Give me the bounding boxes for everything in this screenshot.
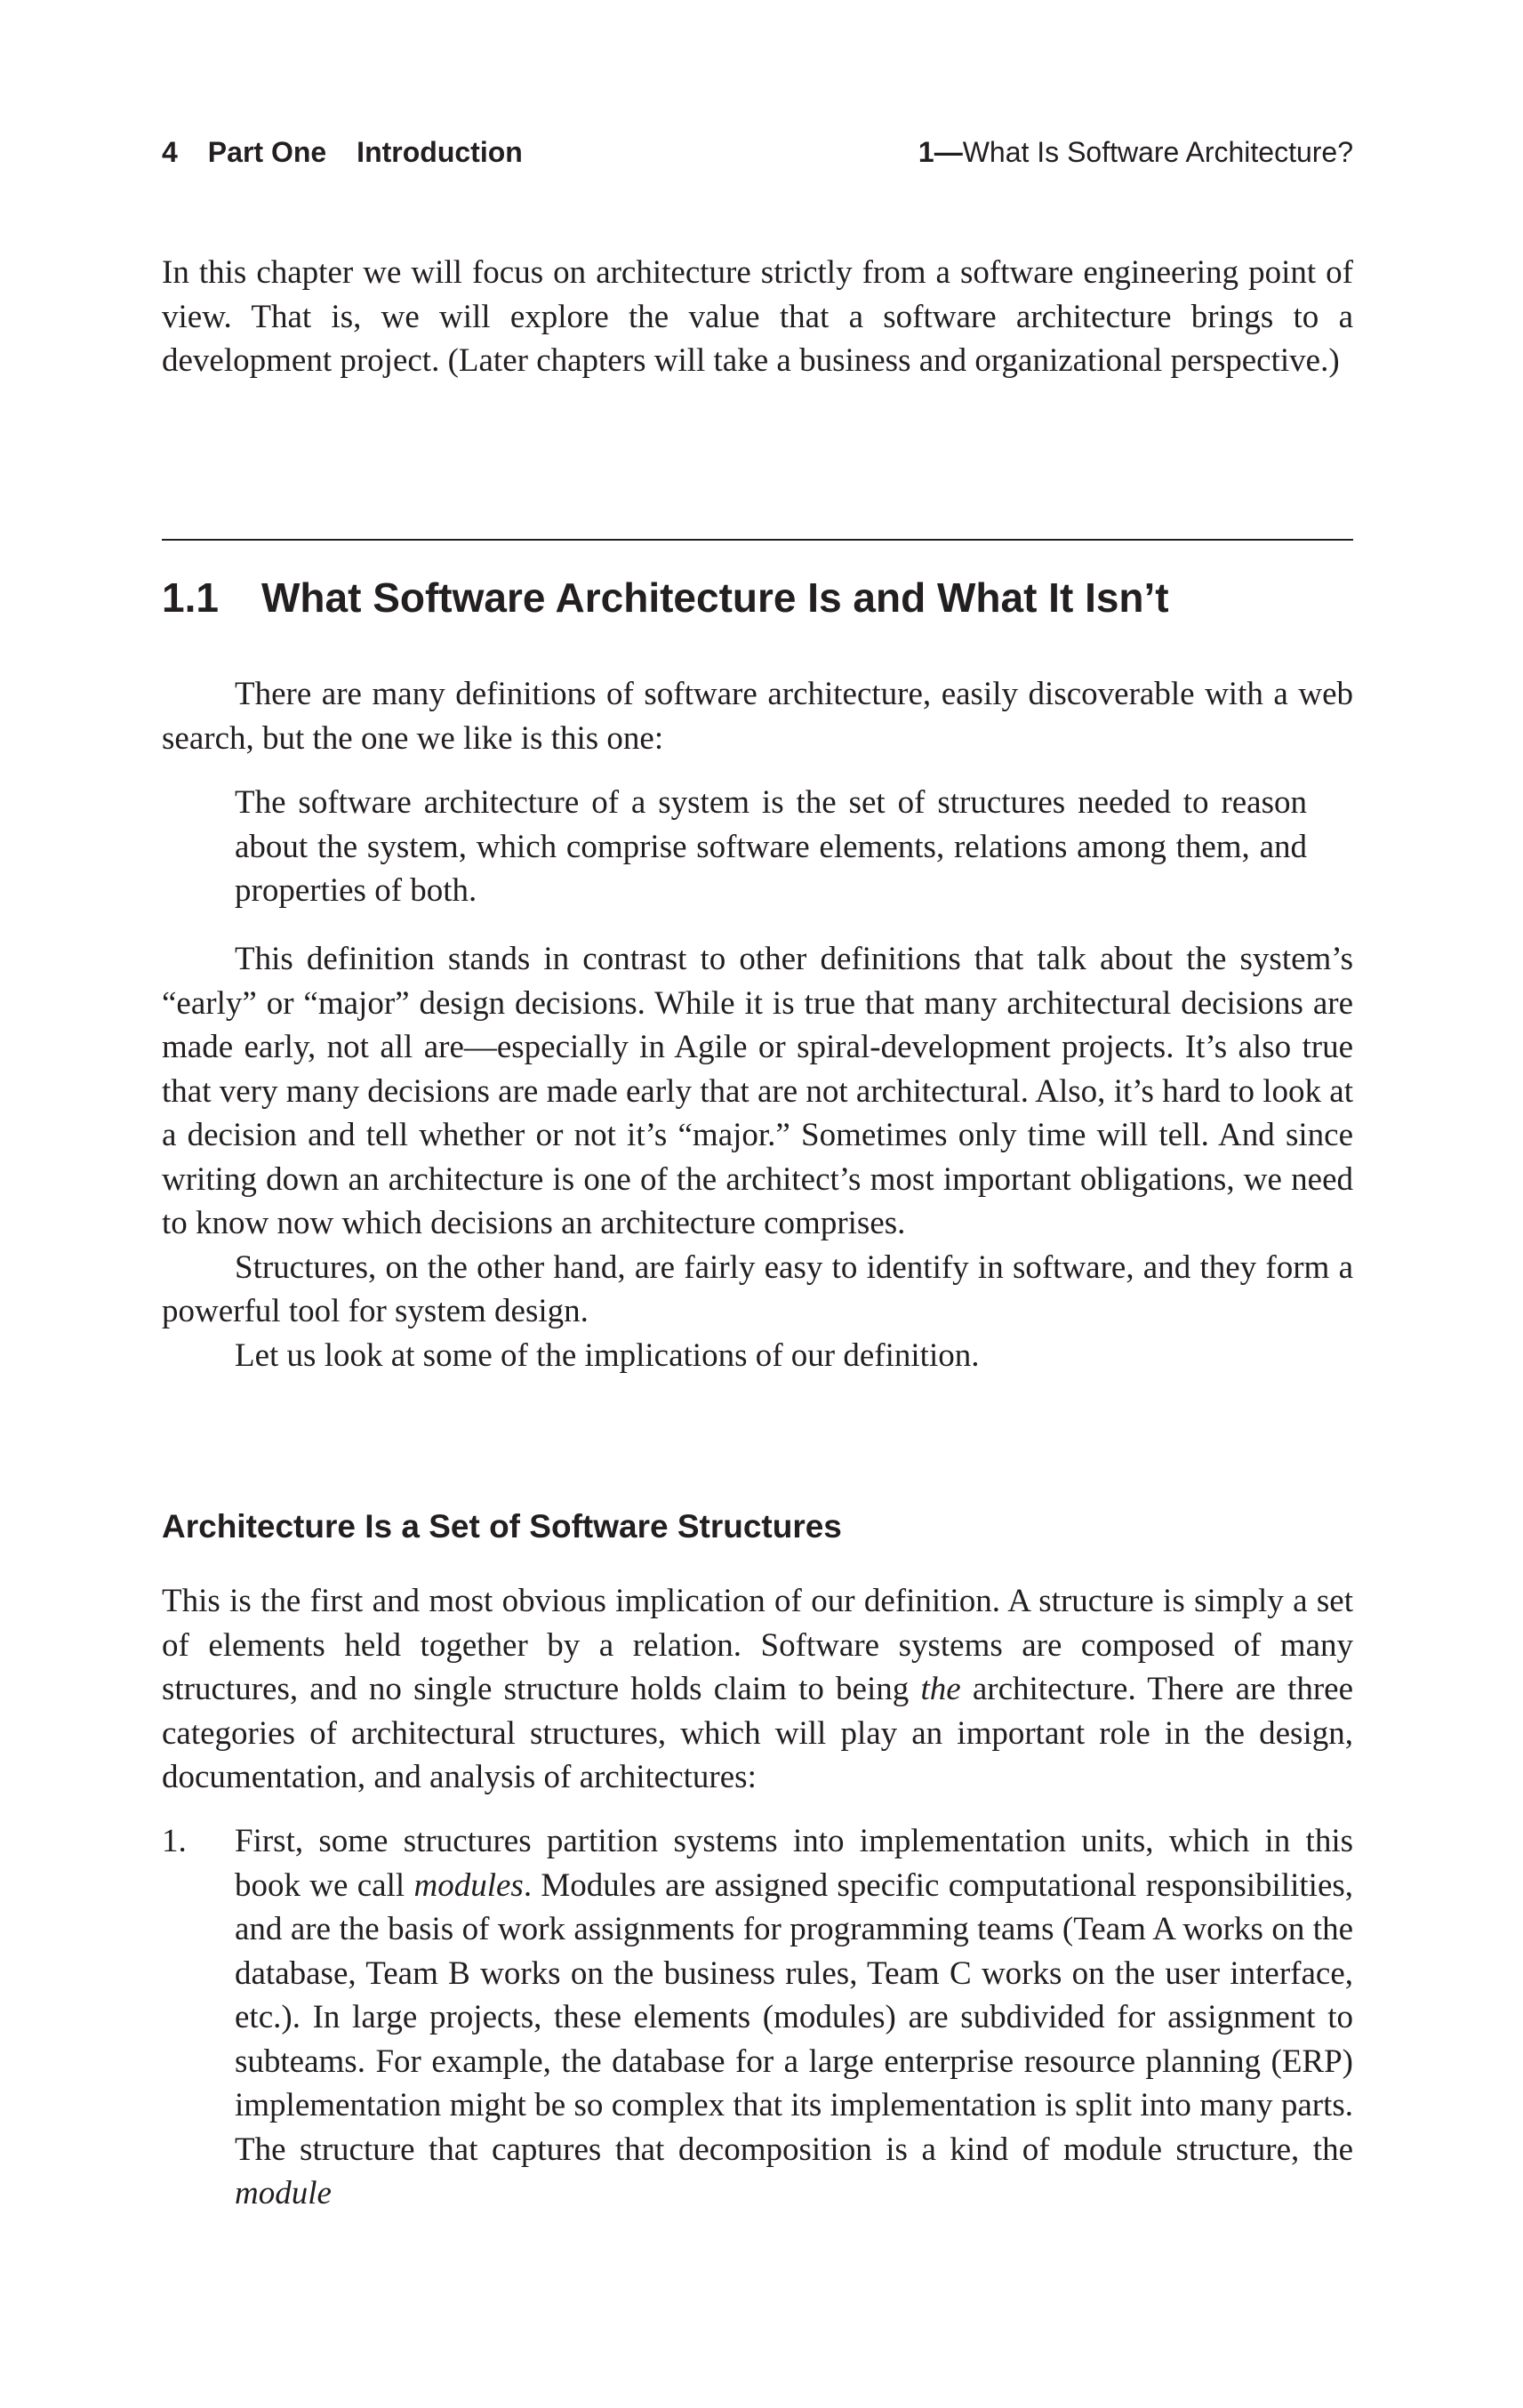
book-page: 4 Part One Introduction 1—What Is Software…: [0, 0, 1523, 2408]
running-head-left: 4 Part One Introduction: [162, 133, 523, 171]
part-label: Part One: [207, 136, 327, 168]
intro-paragraph: In this chapter we will focus on archite…: [162, 254, 1353, 379]
section-divider: [162, 539, 1353, 541]
paragraph-structures-intro: This is the first and most obvious impli…: [162, 1583, 1353, 1795]
paragraph-contrast-text: This definition stands in contrast to ot…: [162, 941, 1353, 1241]
chapter-title: What Is Software Architecture?: [962, 136, 1353, 168]
section-number: 1.1: [162, 574, 219, 621]
paragraph-contrast: This definition stands in contrast to ot…: [162, 937, 1353, 1377]
part-title: Introduction: [357, 136, 523, 168]
definition-quote: The software architecture of a system is…: [235, 784, 1307, 909]
chapter-number: 1—: [918, 136, 963, 168]
page-number: 4: [162, 136, 178, 168]
emphasis-the: the: [920, 1671, 961, 1707]
section-title: What Software Architecture Is and What I…: [261, 574, 1169, 621]
emphasis-modules: modules: [413, 1866, 524, 1904]
paragraph-definitions: There are many definitions of software a…: [162, 676, 1353, 757]
emphasis-module: module: [235, 2175, 332, 2211]
paragraph-implications: Let us look at some of the implications …: [235, 1336, 980, 1374]
subsection-heading: Architecture Is a Set of Software Struct…: [162, 1508, 842, 1545]
list-number: 1.: [162, 1823, 187, 1859]
running-head-right: 1—What Is Software Architecture?: [918, 133, 1353, 171]
running-head: 4 Part One Introduction 1—What Is Software…: [162, 133, 1353, 171]
section-heading: 1.1 What Software Architecture Is and Wha…: [162, 569, 1353, 626]
paragraph-structures: Structures, on the other hand, are fairl…: [162, 1248, 1353, 1330]
list-item-body: First, some structures partition systems…: [235, 1823, 1354, 2211]
